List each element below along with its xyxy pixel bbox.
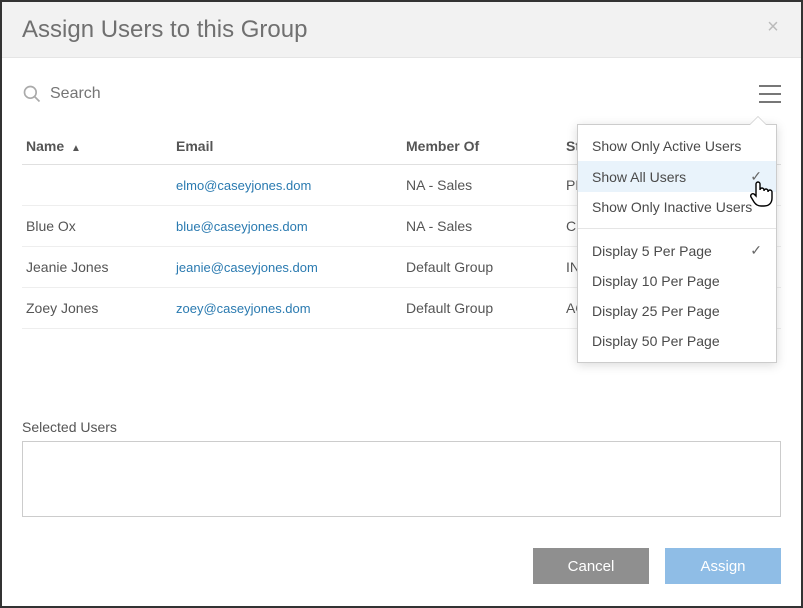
filter-group: Show Only Active Users Show All Users ✓ … xyxy=(578,125,776,228)
search-row xyxy=(22,78,781,110)
dialog-title: Assign Users to this Group xyxy=(22,16,307,44)
cancel-button[interactable]: Cancel xyxy=(533,548,649,584)
menu-item-label: Display 50 Per Page xyxy=(592,333,720,349)
menu-item-active-users[interactable]: Show Only Active Users xyxy=(578,131,776,161)
menu-item-label: Show All Users xyxy=(592,169,686,185)
check-icon: ✓ xyxy=(750,168,762,185)
cell-name xyxy=(22,165,172,206)
menu-item-all-users[interactable]: Show All Users ✓ xyxy=(578,161,776,192)
cell-email: zoey@caseyjones.dom xyxy=(172,288,402,329)
cell-email: elmo@caseyjones.dom xyxy=(172,165,402,206)
cell-name: Jeanie Jones xyxy=(22,247,172,288)
email-link[interactable]: jeanie@caseyjones.dom xyxy=(176,260,318,275)
cell-email: jeanie@caseyjones.dom xyxy=(172,247,402,288)
menu-item-label: Display 10 Per Page xyxy=(592,273,720,289)
menu-item-page-10[interactable]: Display 10 Per Page xyxy=(578,266,776,296)
col-header-email[interactable]: Email xyxy=(172,128,402,165)
menu-item-label: Show Only Inactive Users xyxy=(592,199,752,215)
options-dropdown: Show Only Active Users Show All Users ✓ … xyxy=(577,124,777,363)
menu-item-label: Show Only Active Users xyxy=(592,138,741,154)
search-icon xyxy=(22,84,42,104)
menu-item-page-25[interactable]: Display 25 Per Page xyxy=(578,296,776,326)
cell-member-of: NA - Sales xyxy=(402,206,562,247)
email-link[interactable]: elmo@caseyjones.dom xyxy=(176,178,311,193)
menu-item-inactive-users[interactable]: Show Only Inactive Users xyxy=(578,192,776,222)
sort-asc-icon: ▲ xyxy=(71,143,81,154)
selected-users-label: Selected Users xyxy=(22,419,781,435)
menu-item-label: Display 25 Per Page xyxy=(592,303,720,319)
menu-item-page-5[interactable]: Display 5 Per Page ✓ xyxy=(578,235,776,266)
email-link[interactable]: blue@caseyjones.dom xyxy=(176,219,308,234)
menu-icon[interactable] xyxy=(759,85,781,103)
menu-item-label: Display 5 Per Page xyxy=(592,243,712,259)
cell-name: Zoey Jones xyxy=(22,288,172,329)
search-input[interactable] xyxy=(42,85,759,103)
col-header-name[interactable]: Name ▲ xyxy=(22,128,172,165)
check-icon: ✓ xyxy=(750,242,762,259)
col-header-name-label: Name xyxy=(26,138,64,154)
dialog-header: Assign Users to this Group × xyxy=(2,2,801,58)
cell-name: Blue Ox xyxy=(22,206,172,247)
email-link[interactable]: zoey@caseyjones.dom xyxy=(176,301,311,316)
menu-item-page-50[interactable]: Display 50 Per Page xyxy=(578,326,776,356)
pagesize-group: Display 5 Per Page ✓ Display 10 Per Page… xyxy=(578,228,776,362)
dialog-footer: Cancel Assign xyxy=(2,548,801,584)
cell-email: blue@caseyjones.dom xyxy=(172,206,402,247)
selected-users-box[interactable] xyxy=(22,441,781,517)
close-icon[interactable]: × xyxy=(761,16,785,39)
assign-button[interactable]: Assign xyxy=(665,548,781,584)
cell-member-of: Default Group xyxy=(402,288,562,329)
cell-member-of: NA - Sales xyxy=(402,165,562,206)
cell-member-of: Default Group xyxy=(402,247,562,288)
col-header-member-of[interactable]: Member Of xyxy=(402,128,562,165)
